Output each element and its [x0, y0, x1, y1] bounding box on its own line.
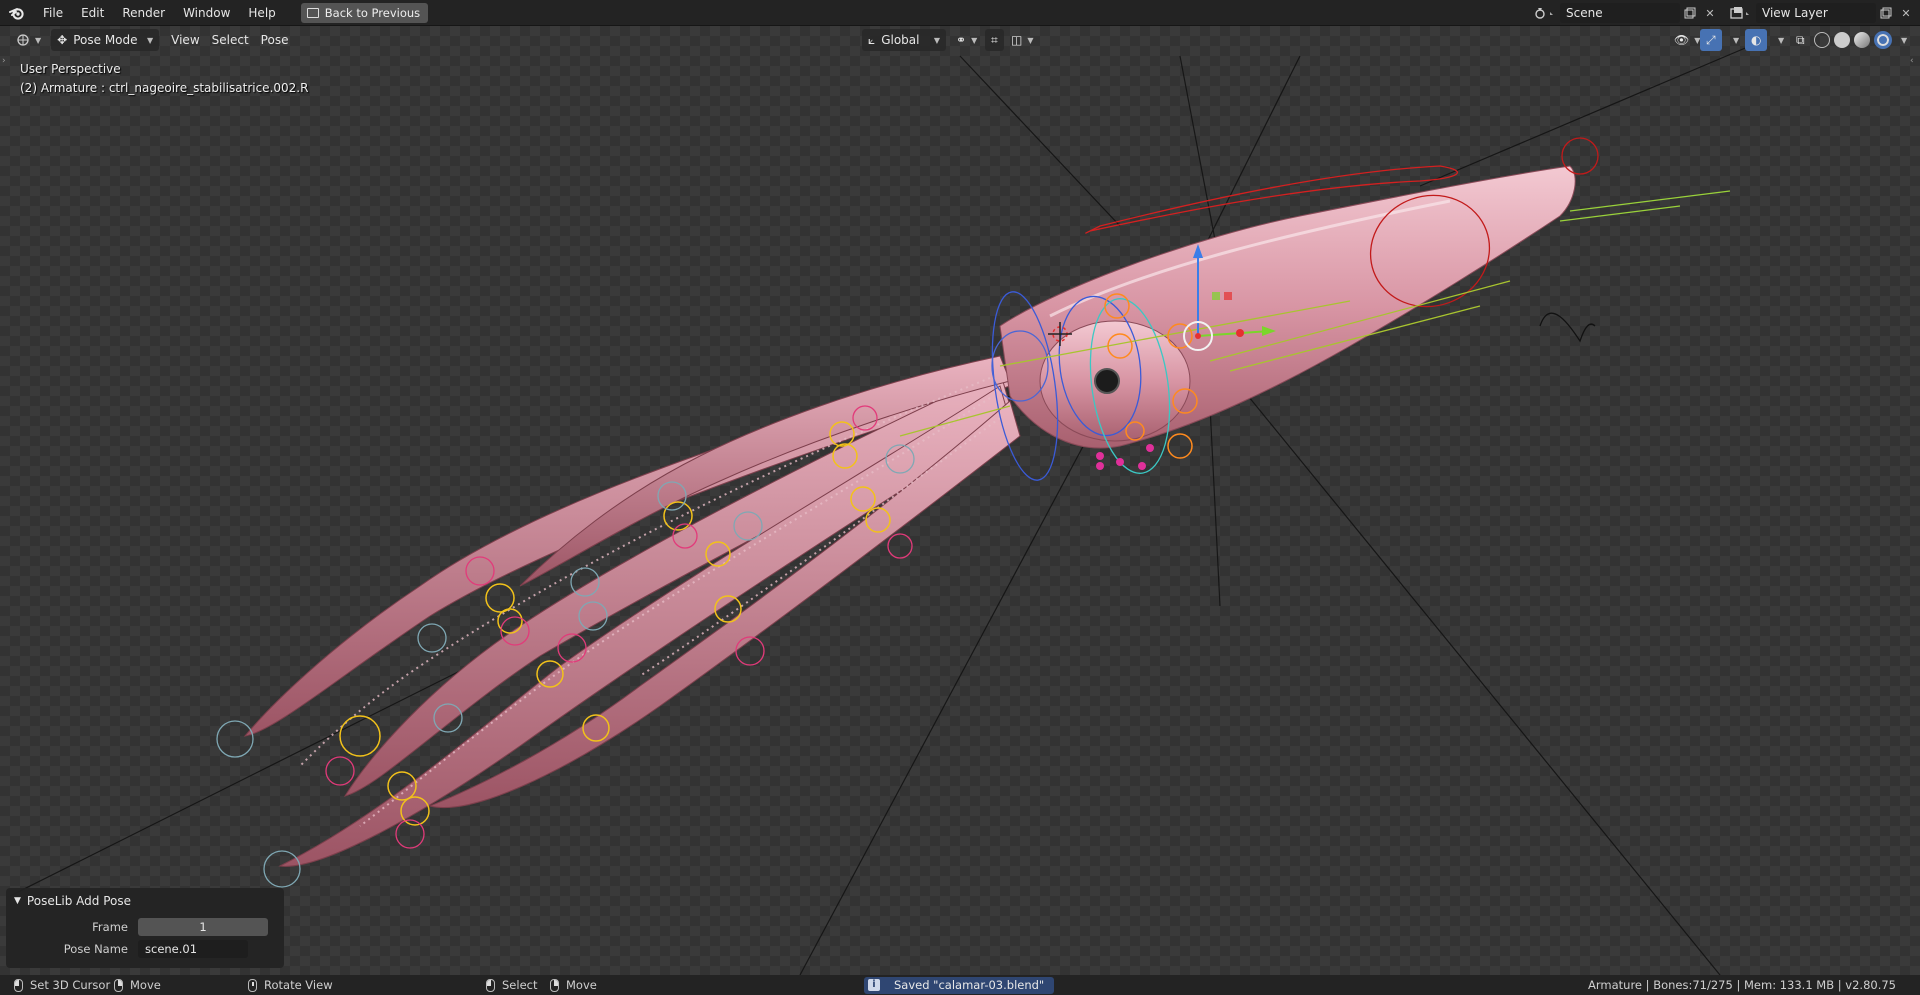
viewport-header: ▼ ✥ Pose Mode ▼ View Select Pose ⟀ Globa… — [0, 26, 1920, 54]
shading-mode-group: ▼ — [1814, 29, 1907, 51]
pose-name-field[interactable]: scene.01 — [138, 940, 248, 958]
frame-field[interactable]: 1 — [138, 918, 268, 936]
left-mouse-icon — [14, 978, 23, 992]
rendered-shading-icon[interactable] — [1874, 31, 1892, 49]
menu-pose[interactable]: Pose — [255, 29, 295, 51]
menu-edit[interactable]: Edit — [72, 2, 113, 24]
move-drag-label: Move — [130, 978, 161, 992]
blender-logo-icon[interactable] — [0, 0, 34, 26]
scene-selector-icon[interactable] — [1530, 3, 1560, 23]
status-move-drag: Move — [114, 975, 161, 995]
status-message: i Saved "calamar-03.blend" — [864, 975, 1055, 995]
editor-type-icon — [17, 34, 29, 46]
saved-message: Saved "calamar-03.blend" — [894, 978, 1045, 992]
shading-dropdown-icon[interactable]: ▼ — [1901, 36, 1907, 45]
toolbar-toggle-icon[interactable]: › — [2, 56, 6, 66]
pose-name-label: Pose Name — [63, 942, 128, 956]
transform-orientation-dropdown[interactable]: ⟀ Global ▼ — [862, 29, 946, 51]
collapse-arrow-icon: ▼ — [14, 896, 21, 906]
move-label: Move — [566, 978, 597, 992]
operator-title: PoseLib Add Pose — [26, 894, 131, 908]
sidebar-toggle-icon[interactable]: ‹ — [1910, 56, 1914, 66]
view-perspective-label: User Perspective — [20, 62, 121, 76]
new-scene-icon[interactable] — [1680, 3, 1700, 23]
poselib-add-pose-panel: ▼ PoseLib Add Pose Frame 1 Pose Name sce… — [6, 888, 284, 968]
menu-view[interactable]: View — [165, 29, 205, 51]
gizmo-toggle-icon[interactable]: ⤢ — [1700, 29, 1722, 51]
solid-shading-icon[interactable] — [1834, 32, 1850, 48]
new-view-layer-icon[interactable] — [1876, 3, 1896, 23]
left-mouse-icon — [486, 978, 495, 992]
menu-select[interactable]: Select — [206, 29, 255, 51]
proportional-editing-icon[interactable]: ◫ ▼ — [1005, 29, 1040, 51]
viewport-scene — [0, 26, 1920, 975]
status-move: Move — [550, 975, 597, 995]
scene-name: Scene — [1566, 6, 1603, 20]
menu-render[interactable]: Render — [113, 2, 174, 24]
material-shading-icon[interactable] — [1854, 32, 1870, 48]
gizmo-dropdown-icon[interactable]: ▼ — [1722, 29, 1745, 51]
screen-back-icon — [306, 7, 319, 18]
frame-label: Frame — [92, 920, 128, 934]
set-3d-cursor-label: Set 3D Cursor — [30, 978, 111, 992]
pose-mode-icon: ✥ — [57, 33, 68, 47]
status-select: Select — [486, 975, 537, 995]
menu-file[interactable]: File — [34, 2, 72, 24]
middle-mouse-icon — [248, 978, 257, 992]
mode-label: Pose Mode — [73, 33, 138, 47]
back-to-previous-button[interactable]: Back to Previous — [300, 2, 429, 23]
pose-name-row: Pose Name scene.01 — [6, 940, 284, 958]
3d-viewport[interactable]: User Perspective (2) Armature : ctrl_nag… — [0, 26, 1920, 975]
info-icon: i — [868, 979, 880, 991]
editor-type-button[interactable]: ▼ — [10, 29, 47, 51]
top-menu-bar: File Edit Render Window Help Back to Pre… — [0, 0, 1920, 26]
view-layer-field[interactable]: View Layer — [1756, 3, 1876, 23]
overlays-dropdown-icon[interactable]: ▼ — [1767, 29, 1790, 51]
menu-help[interactable]: Help — [239, 2, 284, 24]
view-layer-name: View Layer — [1762, 6, 1828, 20]
mode-dropdown[interactable]: ✥ Pose Mode ▼ — [51, 29, 160, 51]
operator-panel-header[interactable]: ▼ PoseLib Add Pose — [14, 894, 131, 908]
scene-stats: Armature | Bones:71/275 | Mem: 133.1 MB … — [1588, 978, 1896, 992]
xray-toggle-icon[interactable]: ⧉ — [1790, 29, 1811, 51]
menu-window[interactable]: Window — [174, 2, 239, 24]
snap-icon[interactable]: ⌗ — [985, 29, 1004, 51]
active-object-label: (2) Armature : ctrl_nageoire_stabilisatr… — [20, 81, 309, 95]
back-to-previous-label: Back to Previous — [324, 5, 421, 20]
scene-name-field[interactable]: Scene — [1560, 3, 1680, 23]
status-bar: Set 3D Cursor Move Rotate View Select Mo… — [0, 975, 1920, 995]
right-mouse-icon — [114, 978, 123, 992]
right-mouse-icon — [550, 978, 559, 992]
status-rotate-view: Rotate View — [248, 975, 333, 995]
delete-scene-icon[interactable]: ✕ — [1700, 3, 1720, 23]
rotate-view-label: Rotate View — [264, 978, 333, 992]
delete-view-layer-icon[interactable]: ✕ — [1896, 3, 1916, 23]
status-stats: Armature | Bones:71/275 | Mem: 133.1 MB … — [1588, 975, 1896, 995]
frame-row: Frame 1 — [6, 918, 284, 936]
orientation-label: Global — [881, 33, 920, 47]
view-layer-selector-icon[interactable] — [1726, 3, 1756, 23]
overlays-toggle-icon[interactable]: ◐ — [1745, 29, 1768, 51]
saved-message-badge: i Saved "calamar-03.blend" — [864, 976, 1055, 994]
orientation-icon: ⟀ — [868, 32, 876, 47]
status-set-cursor: Set 3D Cursor — [14, 975, 110, 995]
wireframe-shading-icon[interactable] — [1814, 32, 1830, 48]
select-label: Select — [502, 978, 538, 992]
pivot-point-icon[interactable]: ⚭ ▼ — [950, 29, 983, 51]
